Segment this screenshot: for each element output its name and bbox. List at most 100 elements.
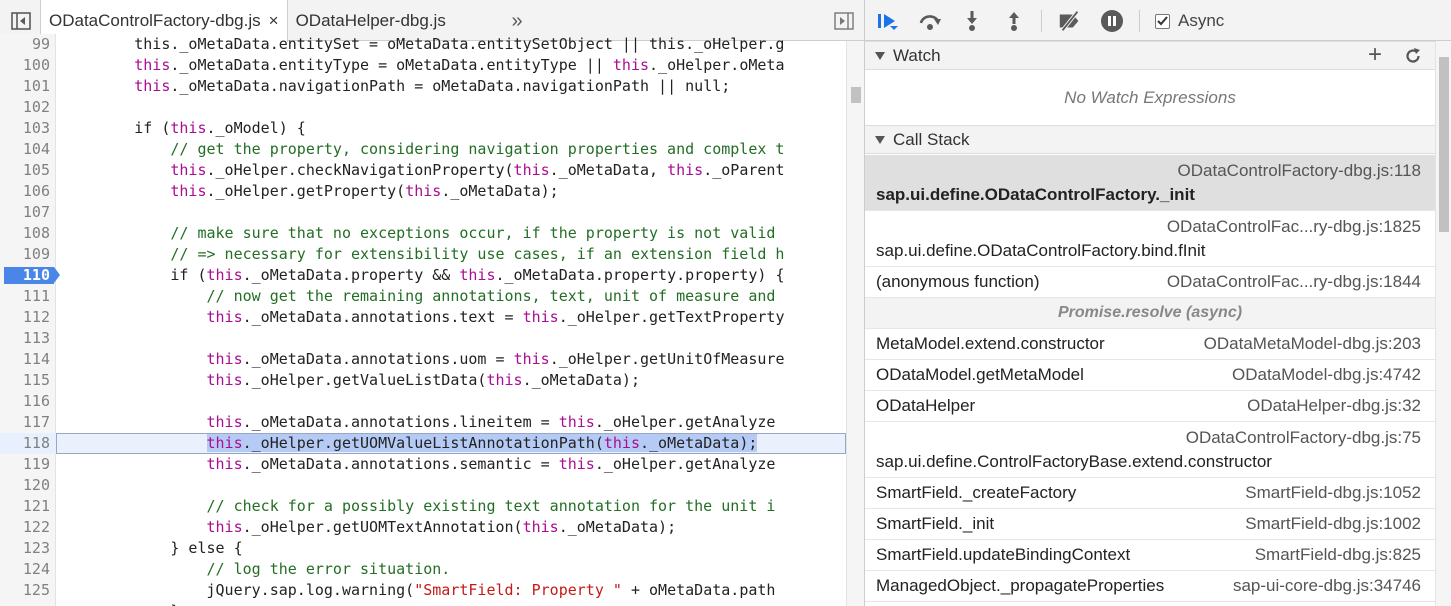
call-frame[interactable]: ODataModel.getMetaModel ODataModel-dbg.js… xyxy=(865,360,1435,391)
call-frame[interactable]: (anonymous function) ODataControlFac...ry… xyxy=(865,267,1435,298)
code-line[interactable]: 118 this._oHelper.getUOMValueListAnnotat… xyxy=(0,433,846,454)
call-frame[interactable]: ManagedObject._propagateProperties sap-ui… xyxy=(865,571,1435,602)
code-token: this xyxy=(62,413,243,431)
line-number[interactable]: 120 xyxy=(0,475,50,496)
line-number[interactable]: 113 xyxy=(0,328,50,349)
pause-on-exceptions-icon[interactable] xyxy=(1099,8,1125,34)
code-token: this xyxy=(513,161,550,179)
line-number[interactable]: 102 xyxy=(0,97,50,118)
watch-title: Watch xyxy=(893,45,941,65)
sidebar-scrollbar-thumb[interactable] xyxy=(1439,57,1449,232)
code-line[interactable]: 119 this._oMetaData.annotations.semantic… xyxy=(0,454,846,475)
call-stack-pane-header[interactable]: Call Stack xyxy=(865,125,1435,154)
code-line[interactable]: 114 this._oMetaData.annotations.uom = th… xyxy=(0,349,846,370)
line-number[interactable]: 108 xyxy=(0,223,50,244)
code-line[interactable]: 109 // => necessary for extensibility us… xyxy=(0,244,846,265)
line-number[interactable]: 121 xyxy=(0,496,50,517)
breakpoint-marker[interactable]: 110 xyxy=(4,267,60,284)
deactivate-breakpoints-icon[interactable] xyxy=(1057,8,1083,34)
resume-icon[interactable] xyxy=(875,8,901,34)
code-line[interactable]: 111 // now get the remaining annotations… xyxy=(0,286,846,307)
call-frame[interactable]: sap.ui.define.ODataControlFactory._init O… xyxy=(865,155,1435,211)
code-line[interactable]: 99 this._oMetaData.entitySet = oMetaData… xyxy=(0,34,846,55)
call-frame[interactable]: SmartField._init SmartField-dbg.js:1002 xyxy=(865,509,1435,540)
more-tabs-button[interactable]: » xyxy=(505,8,529,34)
code-line[interactable]: 115 this._oHelper.getValueListData(this.… xyxy=(0,370,846,391)
code-line[interactable]: 105 this._oHelper.checkNavigationPropert… xyxy=(0,160,846,181)
line-number[interactable]: 101 xyxy=(0,76,50,97)
call-frame[interactable]: MetaModel.extend.constructor ODataMetaMod… xyxy=(865,329,1435,360)
code-token: // check for a possibly existing text an… xyxy=(62,497,776,515)
watch-pane-header[interactable]: Watch + xyxy=(865,41,1435,70)
async-toggle[interactable]: Async xyxy=(1155,8,1224,34)
line-number[interactable]: 125 xyxy=(0,580,50,601)
step-out-icon[interactable] xyxy=(1001,8,1027,34)
code-line[interactable]: 125 jQuery.sap.log.warning("SmartField: … xyxy=(0,580,846,601)
call-frame[interactable]: sap.ui.define.ControlFactoryBase.extend.… xyxy=(865,422,1435,478)
refresh-icon[interactable] xyxy=(1403,46,1423,66)
code-line[interactable]: 120 xyxy=(0,475,846,496)
code-line[interactable]: 102 xyxy=(0,97,846,118)
line-number[interactable]: 123 xyxy=(0,538,50,559)
line-number[interactable]: 106 xyxy=(0,181,50,202)
editor-scrollbar[interactable] xyxy=(846,41,864,606)
toggle-navigator-icon[interactable] xyxy=(8,8,34,34)
line-number[interactable]: 100 xyxy=(0,55,50,76)
line-number[interactable]: 119 xyxy=(0,454,50,475)
call-frame[interactable]: ODataHelper ODataHelper-dbg.js:32 xyxy=(865,391,1435,422)
code-line[interactable]: 101 this._oMetaData.navigationPath = oMe… xyxy=(0,76,846,97)
add-watch-button[interactable]: + xyxy=(1365,43,1385,67)
line-number[interactable]: 122 xyxy=(0,517,50,538)
code-line[interactable]: 110 if (this._oMetaData.property && this… xyxy=(0,265,846,286)
code-line[interactable]: 106 this._oHelper.getProperty(this._oMet… xyxy=(0,181,846,202)
code-line[interactable]: 100 this._oMetaData.entityType = oMetaDa… xyxy=(0,55,846,76)
code-token: this xyxy=(667,161,704,179)
code-token: ._oHelper.getUOMTextAnnotation( xyxy=(242,518,523,536)
line-number[interactable]: 104 xyxy=(0,139,50,160)
toggle-debugger-icon[interactable] xyxy=(832,10,856,32)
code-line[interactable]: 104 // get the property, considering nav… xyxy=(0,139,846,160)
step-over-icon[interactable] xyxy=(917,8,943,34)
line-number[interactable]: 124 xyxy=(0,559,50,580)
line-number[interactable]: 109 xyxy=(0,244,50,265)
code-line[interactable]: 113 xyxy=(0,328,846,349)
close-tab-icon[interactable]: × xyxy=(269,11,279,31)
code-line[interactable]: 122 this._oHelper.getUOMTextAnnotation(t… xyxy=(0,517,846,538)
line-number[interactable]: 118 xyxy=(0,433,50,454)
line-number[interactable]: 112 xyxy=(0,307,50,328)
async-checkbox[interactable] xyxy=(1155,13,1170,29)
line-number[interactable]: 103 xyxy=(0,118,50,139)
call-frame[interactable]: SmartField.updateBindingContext SmartFiel… xyxy=(865,540,1435,571)
line-number[interactable]: 114 xyxy=(0,349,50,370)
code-line[interactable]: 108 // make sure that no exceptions occu… xyxy=(0,223,846,244)
line-number[interactable]: 116 xyxy=(0,391,50,412)
code-line[interactable]: 124 // log the error situation. xyxy=(0,559,846,580)
line-number[interactable]: 111 xyxy=(0,286,50,307)
line-number[interactable]: 107 xyxy=(0,202,50,223)
editor-scrollbar-thumb[interactable] xyxy=(851,87,861,103)
code-token: this xyxy=(62,518,243,536)
code-token: this xyxy=(603,434,640,452)
code-token: ._oMetaData); xyxy=(558,518,677,536)
code-area[interactable]: 99 this._oMetaData.entitySet = oMetaData… xyxy=(0,34,846,606)
code-line[interactable]: 103 if (this._oModel) { xyxy=(0,118,846,139)
code-line[interactable]: 116 xyxy=(0,391,846,412)
step-into-icon[interactable] xyxy=(959,8,985,34)
code-line[interactable]: } xyxy=(0,601,846,606)
code-line[interactable]: 112 this._oMetaData.annotations.text = t… xyxy=(0,307,846,328)
call-frame[interactable]: sap.ui.define.ODataControlFactory.bind.f… xyxy=(865,211,1435,267)
call-frame-location: ODataMetaModel-dbg.js:203 xyxy=(1203,334,1421,353)
code-token: this xyxy=(62,182,207,200)
code-line[interactable]: 117 this._oMetaData.annotations.lineitem… xyxy=(0,412,846,433)
sidebar-scrollbar[interactable] xyxy=(1435,41,1451,606)
call-frame-function: ODataModel.getMetaModel xyxy=(876,365,1084,384)
line-number[interactable]: 99 xyxy=(0,34,50,55)
line-number[interactable]: 117 xyxy=(0,412,50,433)
code-line[interactable]: 121 // check for a possibly existing tex… xyxy=(0,496,846,517)
code-line[interactable]: 107 xyxy=(0,202,846,223)
call-frame[interactable]: SmartField._createFactory SmartField-dbg.… xyxy=(865,478,1435,509)
line-number[interactable]: 115 xyxy=(0,370,50,391)
code-line[interactable]: 123 } else { xyxy=(0,538,846,559)
line-number[interactable]: 105 xyxy=(0,160,50,181)
code-token: this xyxy=(558,455,595,473)
